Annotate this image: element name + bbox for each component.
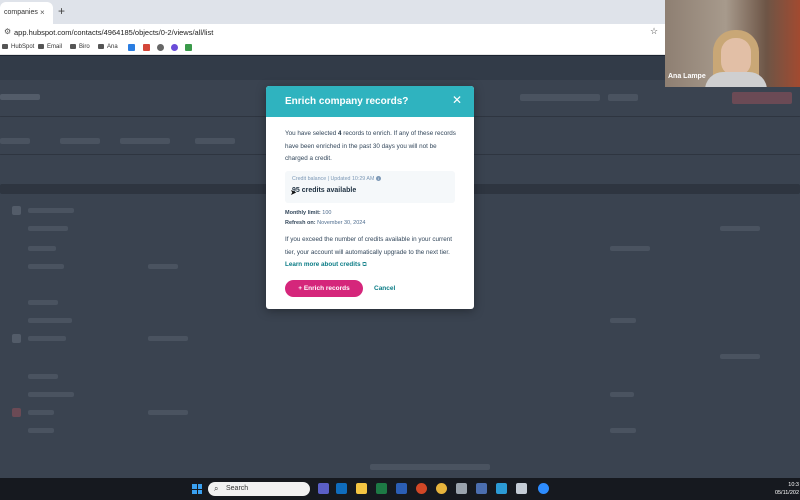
- mouse-cursor-icon: ➤: [290, 188, 297, 197]
- search-placeholder: Search: [226, 485, 249, 492]
- row-name-placeholder: [28, 226, 68, 231]
- word-icon[interactable]: [396, 483, 407, 494]
- view-tab-placeholder: [120, 138, 170, 144]
- row-name-placeholder: [28, 264, 64, 269]
- gmail-bookmark-icon[interactable]: [143, 44, 150, 51]
- excel-icon[interactable]: [376, 483, 387, 494]
- view-tab-placeholder: [60, 138, 100, 144]
- video-call-thumbnail: Ana Lampe: [665, 0, 800, 87]
- modal-title: Enrich company records?: [285, 96, 409, 107]
- row-cell-placeholder: [148, 336, 188, 341]
- tier-upgrade-notice: If you exceed the number of credits avai…: [285, 236, 452, 268]
- cancel-button[interactable]: Cancel: [374, 280, 395, 297]
- header-action-placeholder: [520, 94, 600, 101]
- credit-balance-card: Credit balance | Updated 10:29 AM i 95 cr…: [285, 171, 455, 203]
- windows-taskbar: ⌕ Search 10:3 05/11/202: [0, 478, 800, 500]
- bookmark-star-icon[interactable]: ☆: [650, 27, 658, 36]
- row-name-placeholder: [28, 428, 54, 433]
- app-icon[interactable]: [456, 483, 467, 494]
- outlook-icon[interactable]: [336, 483, 347, 494]
- row-name-placeholder: [28, 300, 58, 305]
- row-checkbox-placeholder: [12, 334, 21, 343]
- powerpoint-icon[interactable]: [416, 483, 427, 494]
- row-cell-placeholder: [148, 410, 188, 415]
- row-name-placeholder: [28, 392, 74, 397]
- folder-icon: [98, 44, 104, 49]
- view-tab-placeholder: [195, 138, 235, 144]
- credit-limits: Monthly limit: 100 Refresh on: November …: [285, 209, 365, 228]
- row-cell-placeholder: [610, 246, 650, 251]
- app-icon[interactable]: [496, 483, 507, 494]
- row-name-placeholder: [28, 336, 66, 341]
- site-settings-icon[interactable]: ⚙: [4, 28, 11, 36]
- bookmarks-bar: HubSpot Email Biro Ana: [0, 41, 665, 55]
- external-link-icon: ⧉: [362, 262, 367, 268]
- app-bookmark-icon[interactable]: [171, 44, 178, 51]
- header-action-placeholder: [608, 94, 638, 101]
- row-cell-placeholder: [720, 354, 760, 359]
- row-cell-placeholder: [610, 428, 636, 433]
- clock-date: 05/11/202: [774, 490, 799, 496]
- credits-available: 95 credits available: [292, 187, 357, 194]
- teams-icon[interactable]: [318, 483, 329, 494]
- pagination-placeholder: [370, 464, 490, 470]
- learn-more-credits-link[interactable]: Learn more about credits: [285, 261, 361, 268]
- app-icon[interactable]: [516, 483, 527, 494]
- close-icon[interactable]: ✕: [452, 94, 462, 106]
- modal-header: Enrich company records? ✕: [266, 86, 474, 117]
- bookmark-email[interactable]: Email: [38, 44, 62, 50]
- row-cell-placeholder: [148, 264, 178, 269]
- row-name-placeholder: [28, 374, 58, 379]
- row-checkbox-placeholder: [12, 408, 21, 417]
- create-button-placeholder: [732, 92, 792, 104]
- bookmark-biro[interactable]: Biro: [70, 44, 90, 50]
- search-icon: ⌕: [214, 484, 219, 493]
- row-name-placeholder: [28, 318, 72, 323]
- address-bar[interactable]: ⚙ app.hubspot.com/contacts/4964185/objec…: [0, 24, 665, 41]
- participant-body: [705, 72, 767, 87]
- url-text[interactable]: app.hubspot.com/contacts/4964185/objects…: [14, 28, 213, 37]
- refresh-date: Refresh on: November 30, 2024: [285, 219, 366, 226]
- taskbar-clock[interactable]: 10:3 05/11/202: [765, 481, 799, 497]
- circle-bookmark-icon[interactable]: [157, 44, 164, 51]
- page-title-placeholder: [0, 94, 40, 100]
- monthly-limit: Monthly limit: 100: [285, 210, 332, 216]
- row-name-placeholder: [28, 246, 56, 251]
- modal-message: You have selected 4 records to enrich. I…: [285, 130, 456, 162]
- row-cell-placeholder: [720, 226, 760, 231]
- zoom-icon[interactable]: [538, 483, 549, 494]
- row-name-placeholder: [28, 410, 54, 415]
- participant-face: [721, 38, 751, 76]
- clock-time: 10:3: [788, 482, 799, 488]
- enrich-records-button[interactable]: + Enrich records: [285, 280, 363, 297]
- tab-close-icon[interactable]: ×: [40, 9, 45, 17]
- participant-name: Ana Lampe: [668, 73, 706, 80]
- view-tab-placeholder: [0, 138, 30, 144]
- bookmark-ana[interactable]: Ana: [98, 44, 118, 50]
- windows-start-icon[interactable]: [192, 484, 202, 494]
- folder-icon: [2, 44, 8, 49]
- tab-title: companies: [4, 9, 38, 16]
- row-cell-placeholder: [610, 318, 636, 323]
- file-explorer-icon[interactable]: [356, 483, 367, 494]
- folder-icon: [70, 44, 76, 49]
- taskbar-search-input[interactable]: ⌕ Search: [208, 482, 310, 496]
- credit-balance-updated: Credit balance | Updated 10:29 AM i: [292, 176, 382, 182]
- browser-tab-bar: companies × +: [0, 0, 665, 24]
- folder-icon: [38, 44, 44, 49]
- enrich-company-records-modal: Enrich company records? ✕ You have selec…: [266, 86, 474, 309]
- row-cell-placeholder: [610, 392, 634, 397]
- browser-tab-companies[interactable]: companies ×: [0, 2, 53, 24]
- row-checkbox-placeholder: [12, 206, 21, 215]
- new-tab-icon[interactable]: +: [58, 5, 65, 17]
- app-icon[interactable]: [476, 483, 487, 494]
- info-icon[interactable]: i: [376, 176, 382, 181]
- translate-bookmark-icon[interactable]: [128, 44, 135, 51]
- bookmark-hubspot[interactable]: HubSpot: [2, 44, 34, 50]
- script-bookmark-icon[interactable]: [185, 44, 192, 51]
- chrome-icon[interactable]: [436, 483, 447, 494]
- row-name-placeholder: [28, 208, 74, 213]
